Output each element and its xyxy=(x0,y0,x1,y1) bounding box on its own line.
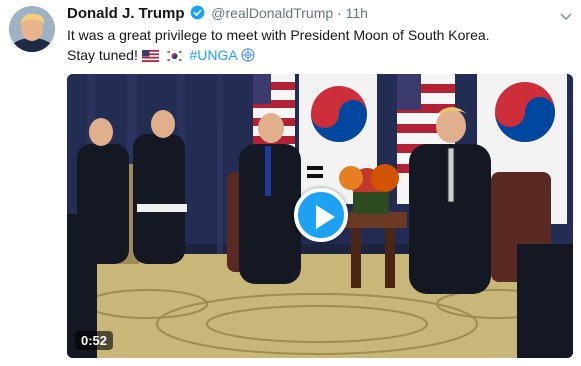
globe-emblem-icon xyxy=(241,47,255,67)
south-korea-flag-icon xyxy=(165,47,183,67)
tweet-text-prefix: Stay tuned! xyxy=(67,47,138,63)
video-player[interactable]: 0:52 xyxy=(67,74,573,358)
tweet-card[interactable]: Donald J. Trump @realDonaldTrump · 11h I… xyxy=(0,0,581,366)
separator-dot: · xyxy=(337,5,342,21)
author-name[interactable]: Donald J. Trump xyxy=(67,5,185,22)
tweet-header: Donald J. Trump @realDonaldTrump · 11h xyxy=(67,5,368,25)
verified-badge-icon xyxy=(190,5,205,23)
timestamp[interactable]: 11h xyxy=(346,5,368,21)
tweet-text: It was a great privilege to meet with Pr… xyxy=(67,25,567,67)
video-duration-badge: 0:52 xyxy=(75,331,114,350)
author-handle[interactable]: @realDonaldTrump xyxy=(211,5,333,21)
tweet-text-line-1: It was a great privilege to meet with Pr… xyxy=(67,27,490,43)
hashtag-link[interactable]: #UNGA xyxy=(190,47,237,63)
us-flag-icon xyxy=(141,47,159,67)
avatar[interactable] xyxy=(9,6,55,52)
play-button[interactable] xyxy=(294,188,348,242)
play-icon xyxy=(316,205,335,229)
tweet-text-line-2: Stay tuned! #UNGA xyxy=(67,45,567,67)
chevron-down-icon[interactable] xyxy=(560,9,572,21)
